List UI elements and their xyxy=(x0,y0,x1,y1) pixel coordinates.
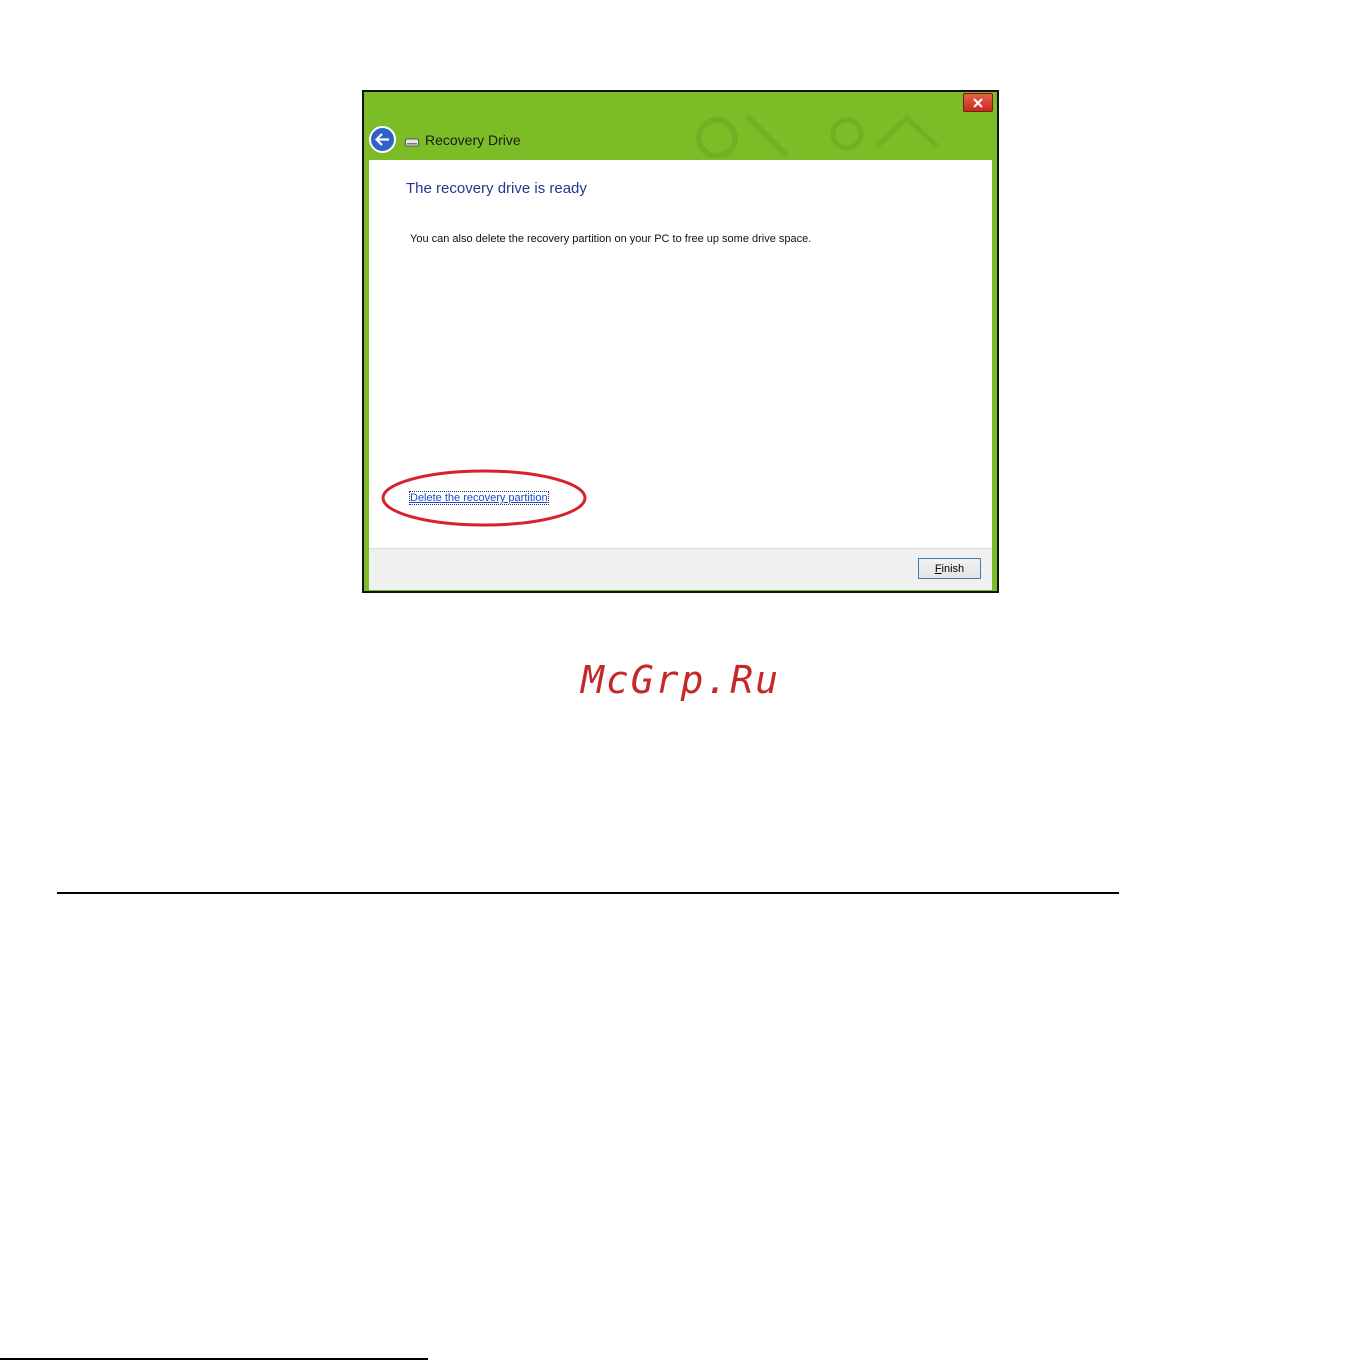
close-icon xyxy=(973,97,983,108)
delete-partition-link[interactable]: Delete the recovery partition xyxy=(409,491,549,505)
finish-label: inish xyxy=(941,562,965,575)
description-text: You can also delete the recovery partiti… xyxy=(410,233,812,245)
recovery-drive-window: Recovery Drive The recovery drive is rea… xyxy=(362,90,999,593)
close-button[interactable] xyxy=(963,93,993,112)
page-heading: The recovery drive is ready xyxy=(406,180,587,197)
drive-icon xyxy=(405,138,419,147)
back-arrow-icon xyxy=(375,133,389,146)
bottom-divider xyxy=(0,1358,428,1360)
finish-button[interactable]: Finish xyxy=(918,558,981,579)
content-panel: The recovery drive is ready You can also… xyxy=(369,160,992,590)
footer-bar: Finish xyxy=(369,548,992,590)
window-title: Recovery Drive xyxy=(425,132,521,148)
title-decoration-icon xyxy=(696,113,939,158)
back-button[interactable] xyxy=(369,126,396,153)
page-divider xyxy=(57,892,1119,894)
finish-mnemonic: F xyxy=(934,562,942,575)
title-bar: Recovery Drive xyxy=(364,92,997,160)
watermark: McGrp.Ru xyxy=(580,658,781,702)
